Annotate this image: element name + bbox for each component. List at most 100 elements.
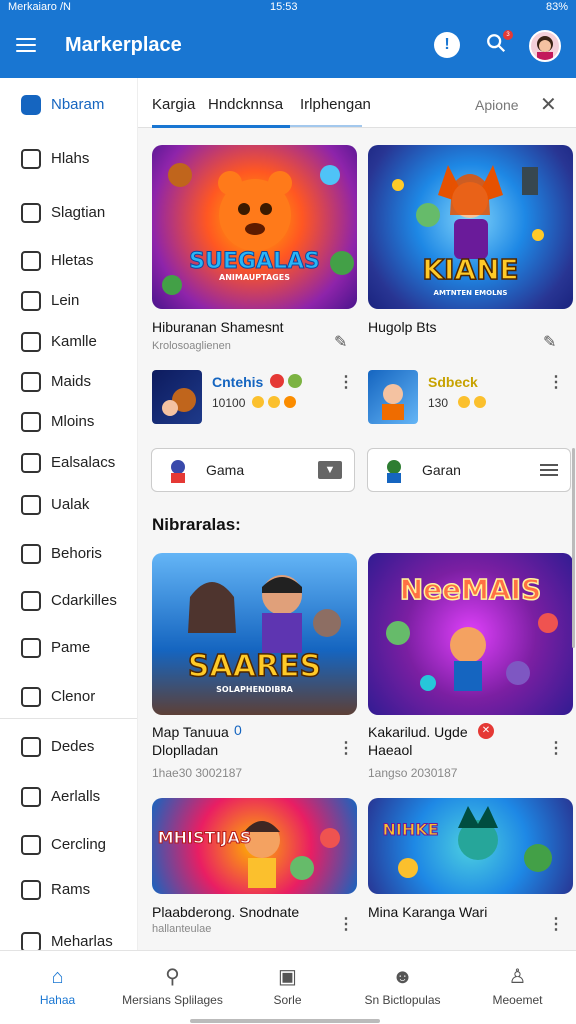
game-title[interactable]: Plaabderong. Snodnate: [152, 904, 299, 920]
sidebar-item-cercling[interactable]: Cercling: [0, 824, 137, 864]
featured-logo-sub: ANIMAUPTAGES: [219, 273, 290, 282]
edit-icon[interactable]: ✎: [543, 332, 556, 352]
nav-tab-1[interactable]: ⌂ Hahaa: [0, 951, 115, 1024]
square-icon: ▣: [278, 966, 297, 988]
envelope-icon: [21, 453, 41, 473]
sidebar-item-maids[interactable]: Maids: [0, 361, 137, 401]
mini-title[interactable]: Sdbeck: [428, 374, 478, 390]
green-badge-icon: [288, 374, 302, 388]
status-bar: Merkaiaro /N 15:53 83%: [0, 0, 576, 16]
coin-icon: [474, 396, 486, 408]
sidebar-item-label: Clenor: [51, 688, 96, 705]
info-icon[interactable]: !: [434, 32, 460, 58]
sidebar-item-clenor[interactable]: Clenor: [0, 676, 137, 716]
tab-hndcknnsa[interactable]: Hndcknnsa: [208, 96, 283, 113]
game-card-image[interactable]: MHISTIJAS: [152, 798, 357, 894]
notification-badge: 3: [503, 30, 513, 40]
game-title[interactable]: Mina Karanga Wari: [368, 904, 487, 920]
game-title[interactable]: Map Tanuua: [152, 724, 229, 740]
sidebar-item-rams[interactable]: Rams: [0, 869, 137, 909]
sidebar-item-ealsalacs[interactable]: Ealsalacs: [0, 442, 137, 482]
hamburger-menu-icon[interactable]: [16, 34, 40, 58]
game-card-image[interactable]: SAARES SOLAPHENDIBRA: [152, 553, 357, 715]
sidebar-item-label: Mloins: [51, 413, 95, 430]
avatar[interactable]: [529, 30, 561, 62]
nav-tab-3[interactable]: ▣ Sorle: [230, 951, 345, 1024]
sidebar-item-slagtian[interactable]: Slagtian: [0, 192, 137, 232]
sidebar-item-mloins[interactable]: Mloins: [0, 401, 137, 441]
sidebar-item-behoris[interactable]: Behoris: [0, 533, 137, 573]
game-title[interactable]: Kakarilud. Ugde: [368, 724, 468, 740]
game-logo: NIHKE: [382, 820, 439, 840]
tab-kargia[interactable]: Kargia: [152, 96, 195, 113]
picker-label: Gama: [206, 462, 245, 478]
nav-tab-4[interactable]: ☻ Sn Bictlopulas: [345, 951, 460, 1024]
chevron-down-icon[interactable]: ▼: [318, 461, 342, 479]
mini-meta: 10100: [212, 396, 246, 410]
mini-thumbnail[interactable]: [368, 370, 418, 424]
more-options-icon[interactable]: ⋮: [548, 914, 564, 934]
featured-card-image[interactable]: KIANE AMTNTEN EMOLNS: [368, 145, 573, 309]
featured-title[interactable]: Hugolp Bts: [368, 319, 436, 335]
briefcase-icon: [21, 880, 41, 900]
game-logo: NeeMAIS: [399, 572, 542, 607]
sidebar-item-kamlle[interactable]: Kamlle: [0, 321, 137, 361]
mini-thumbnail[interactable]: [152, 370, 202, 424]
more-options-icon[interactable]: ⋮: [338, 738, 354, 758]
tab-indicator-secondary: [290, 125, 362, 127]
tab-indicator: [152, 125, 290, 128]
more-options-icon[interactable]: ⋮: [338, 914, 354, 934]
sidebar-item-hlahs[interactable]: Hlahs: [0, 138, 137, 178]
featured-logo: SUEGALAS: [189, 249, 321, 275]
sidebar-item-pame[interactable]: Pame: [0, 627, 137, 667]
featured-logo: KIANE: [422, 252, 520, 287]
mini-title[interactable]: Cntehis: [212, 374, 263, 390]
game-picker[interactable]: Garan: [367, 448, 571, 492]
nav-tab-5[interactable]: ♙ Meoemet: [460, 951, 575, 1024]
sidebar-item-nbaram[interactable]: Nbaram: [0, 84, 137, 124]
list-menu-icon[interactable]: [540, 461, 558, 477]
more-options-icon[interactable]: ⋮: [338, 372, 354, 392]
sidebar-item-label: Cdarkilles: [51, 592, 117, 609]
sidebar-item-aerlalls[interactable]: Aerlalls: [0, 776, 137, 816]
coin-icon: [252, 396, 264, 408]
sidebar-item-label: Behoris: [51, 545, 102, 562]
tab-irlphengan[interactable]: Irlphengan: [300, 96, 371, 113]
sidebar-item-lein[interactable]: Lein: [0, 280, 137, 320]
game-card-image[interactable]: NeeMAIS: [368, 553, 573, 715]
featured-subtitle: Krolosoaglienen: [152, 340, 231, 352]
sidebar-item-hletas[interactable]: Hletas: [0, 240, 137, 280]
game-card-image[interactable]: NIHKE: [368, 798, 573, 894]
game-picker[interactable]: Gama ▼: [151, 448, 355, 492]
smile-icon: [21, 737, 41, 757]
search-icon: ⚲: [165, 966, 180, 988]
sidebar-item-meharlas[interactable]: Meharlas: [0, 921, 137, 950]
tab-bar: Kargia Hndcknnsa Irlphengan Apione ✕: [138, 78, 576, 128]
sidebar-item-label: Aerlalls: [51, 788, 101, 805]
mini-meta: 130: [428, 396, 449, 410]
sidebar-item-cdarkilles[interactable]: Cdarkilles: [0, 580, 137, 620]
game-meta: 1angso 2030187: [368, 766, 458, 780]
sidebar: Nbaram Hlahs Slagtian Hletas Lein Kamlle Maids…: [0, 78, 138, 950]
picker-label: Garan: [422, 462, 461, 478]
scrollbar[interactable]: [572, 448, 575, 648]
game-title-line2: Haeaol: [368, 742, 413, 758]
game-meta: hallanteulae: [152, 923, 212, 935]
tab-apione[interactable]: Apione: [475, 97, 519, 113]
sidebar-item-label: Lein: [51, 292, 80, 309]
sidebar-item-ualak[interactable]: Ualak: [0, 484, 137, 524]
sidebar-item-dedes[interactable]: Dedes: [0, 726, 137, 766]
sidebar-item-label: Ualak: [51, 496, 90, 513]
more-options-icon[interactable]: ⋮: [548, 372, 564, 392]
featured-title[interactable]: Hiburanan Shamesnt: [152, 319, 284, 335]
red-badge-icon: [270, 374, 284, 388]
sidebar-item-label: Nbaram: [51, 96, 105, 113]
calendar-icon: [21, 495, 41, 515]
featured-card-image[interactable]: SUEGALAS ANIMAUPTAGES: [152, 145, 357, 309]
home-indicator[interactable]: [190, 1019, 380, 1023]
nav-tab-2[interactable]: ⚲ Mersians Splilages: [115, 951, 230, 1024]
status-time: 15:53: [270, 1, 298, 13]
edit-icon[interactable]: ✎: [334, 332, 347, 352]
close-icon[interactable]: ✕: [540, 92, 557, 117]
more-options-icon[interactable]: ⋮: [548, 738, 564, 758]
